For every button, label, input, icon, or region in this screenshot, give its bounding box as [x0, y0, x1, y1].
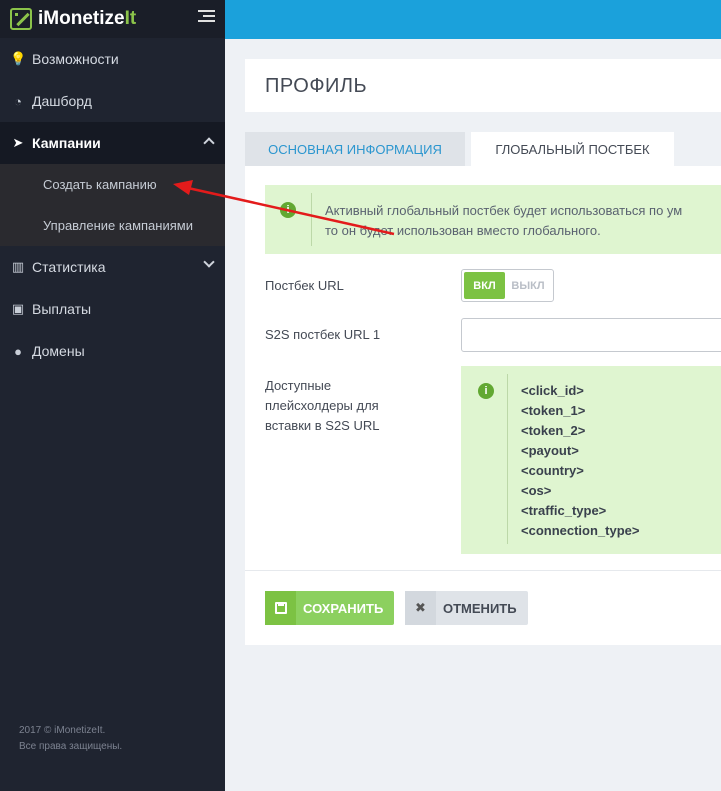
placeholders-box: i <click_id> <token_1> <token_2> <payout… — [461, 366, 721, 554]
placeholder-item: <payout> — [521, 443, 579, 458]
copyright-text: 2017 © iMonetizeIt. — [19, 725, 106, 736]
sidebar-item-features[interactable]: 💡 Возможности — [0, 38, 225, 80]
placeholder-list: <click_id> <token_1> <token_2> <payout> … — [521, 381, 639, 541]
placeholder-item: <traffic_type> — [521, 503, 607, 518]
info-icon: i — [280, 202, 296, 218]
brand-name[interactable]: iMonetizeIt — [38, 8, 136, 30]
tab-basic-info[interactable]: ОСНОВНАЯ ИНФОРМАЦИЯ — [245, 132, 465, 166]
sidebar-item-payouts[interactable]: ▣ Выплаты — [0, 288, 225, 330]
sidebar-subitem-create-campaign[interactable]: Создать кампанию — [0, 164, 225, 205]
paper-plane-icon: ➤ — [12, 135, 24, 150]
lightbulb-icon: 💡 — [10, 51, 27, 66]
money-icon: ▣ — [11, 301, 25, 316]
brand-header: iMonetizeIt — [0, 0, 225, 38]
save-button[interactable]: СОХРАНИТЬ — [265, 591, 394, 625]
form-divider — [245, 570, 721, 571]
chevron-up-icon — [203, 137, 215, 149]
placeholders-label: Доступные плейсхолдеры для вставки в S2S… — [265, 378, 380, 433]
placeholder-item: <click_id> — [521, 383, 584, 398]
sidebar-subitem-manage-campaigns[interactable]: Управление кампаниями — [0, 205, 225, 246]
globe-icon: ● — [14, 343, 22, 359]
sidebar: iMonetizeIt 💡 Возможности ◔ Дашборд ➤ Ка… — [0, 0, 225, 791]
sidebar-item-label: Домены — [32, 343, 85, 359]
info-icon: i — [478, 383, 494, 399]
logo-icon — [10, 8, 32, 30]
placeholder-item: <os> — [521, 483, 552, 498]
page-header: ПРОФИЛЬ — [245, 59, 721, 112]
sidebar-item-domains[interactable]: ● Домены — [0, 330, 225, 372]
close-icon: ✖ — [405, 591, 436, 625]
s2s-url-input[interactable] — [461, 318, 721, 352]
sidebar-toggle-icon[interactable] — [198, 10, 215, 24]
sidebar-subitem-label: Управление кампаниями — [43, 218, 193, 233]
sidebar-item-label: Дашборд — [32, 93, 92, 109]
dashboard-icon: ◔ — [14, 93, 22, 109]
toggle-off[interactable]: ВЫКЛ — [505, 272, 551, 299]
placeholder-item: <token_1> — [521, 403, 586, 418]
sidebar-footer: 2017 © iMonetizeIt. Все права защищены. — [19, 723, 122, 755]
s2s-url-label: S2S постбек URL 1 — [265, 327, 381, 342]
toggle-on[interactable]: ВКЛ — [464, 272, 505, 299]
sidebar-subitem-label: Создать кампанию — [43, 177, 157, 192]
floppy-icon — [265, 591, 296, 625]
rights-text: Все права защищены. — [19, 741, 123, 752]
info-alert: i Активный глобальный постбек будет испо… — [265, 185, 721, 254]
cancel-button[interactable]: ✖ ОТМЕНИТЬ — [405, 591, 528, 625]
postback-url-label: Постбек URL — [265, 278, 344, 293]
page-title: ПРОФИЛЬ — [265, 75, 368, 97]
sidebar-item-label: Возможности — [32, 51, 119, 67]
sidebar-item-dashboard[interactable]: ◔ Дашборд — [0, 80, 225, 122]
sidebar-item-statistics[interactable]: ▥ Статистика — [0, 246, 225, 288]
sidebar-item-label: Выплаты — [32, 301, 92, 317]
placeholder-item: <connection_type> — [521, 523, 640, 538]
sidebar-item-label: Статистика — [32, 259, 106, 275]
bar-chart-icon: ▥ — [11, 259, 25, 274]
placeholder-item: <token_2> — [521, 423, 586, 438]
alert-text: Активный глобальный постбек будет исполь… — [325, 203, 683, 238]
top-bar — [225, 0, 721, 39]
sidebar-item-label: Кампании — [32, 135, 101, 151]
tab-global-postback[interactable]: ГЛОБАЛЬНЫЙ ПОСТБЕК — [471, 132, 674, 166]
chevron-down-icon — [203, 256, 215, 268]
postback-toggle[interactable]: ВКЛ ВЫКЛ — [461, 269, 554, 302]
placeholder-item: <country> — [521, 463, 584, 478]
sidebar-item-campaigns[interactable]: ➤ Кампании — [0, 122, 225, 164]
